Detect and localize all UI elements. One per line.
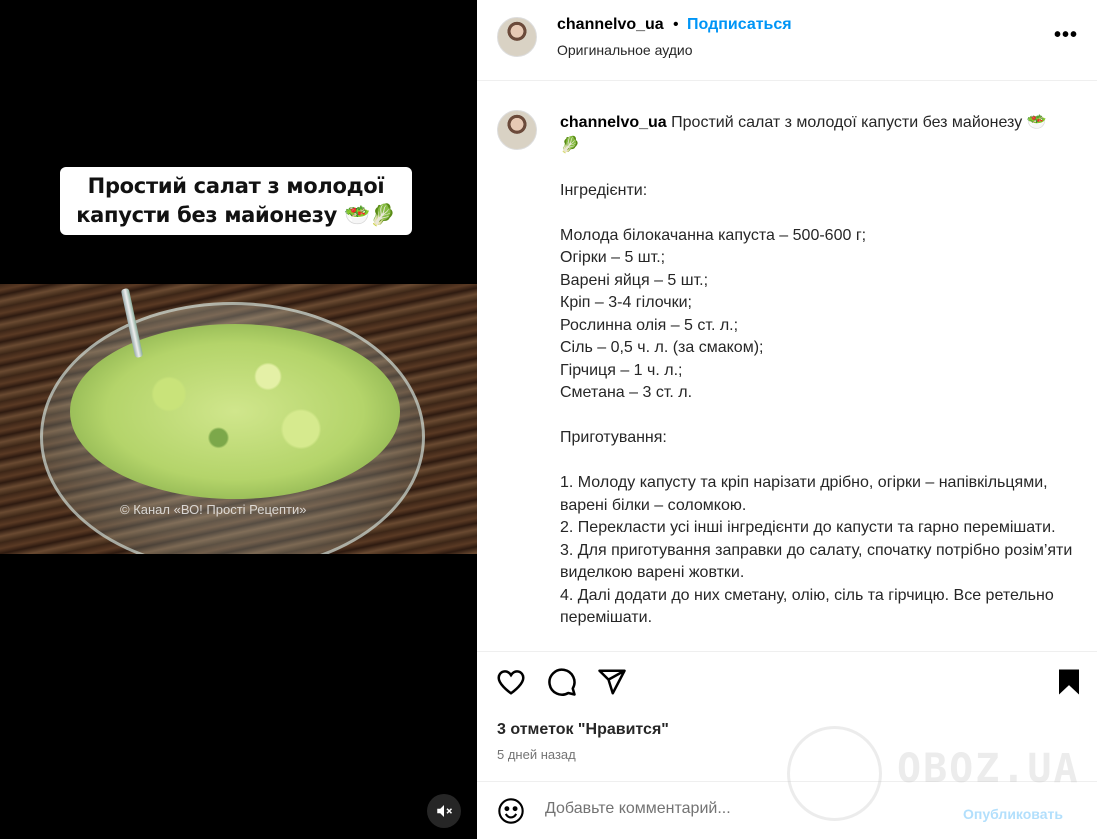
salad	[70, 324, 400, 499]
comment-input[interactable]	[545, 800, 945, 818]
salad-photo: © Канал «ВО! Прості Рецепти»	[0, 284, 477, 554]
post-timestamp[interactable]: 5 дней назад	[497, 747, 576, 762]
video-title-overlay: Простий салат з молодої капусти без майо…	[60, 167, 412, 235]
more-options-icon[interactable]: •••	[1054, 24, 1078, 47]
add-comment-bar: Опубликовать	[477, 781, 1097, 839]
post-panel: channelvo_ua • Подписаться Оригинальное …	[477, 0, 1097, 839]
mute-button[interactable]	[427, 794, 461, 828]
caption-text: Простий салат з молодої капусти без майо…	[560, 114, 1073, 626]
likes-count[interactable]: 3 отметок "Нравится"	[497, 721, 669, 739]
video-title-line-2: капусти без майонезу 🥗🥬	[76, 203, 396, 227]
video-watermark: © Канал «ВО! Прості Рецепти»	[120, 502, 307, 517]
video-player[interactable]: Простий салат з молодої капусти без майо…	[0, 0, 477, 839]
heart-icon[interactable]	[496, 667, 526, 697]
original-audio-link[interactable]: Оригинальное аудио	[557, 42, 693, 58]
video-title-line-1: Простий салат з молодої	[87, 174, 385, 198]
caption-username[interactable]: channelvo_ua	[560, 114, 667, 131]
comments-scroll-area[interactable]: channelvo_ua Простий салат з молодої кап…	[477, 81, 1097, 651]
comment-icon[interactable]	[547, 667, 577, 697]
caption-avatar[interactable]	[497, 110, 537, 150]
separator-dot: •	[673, 16, 679, 33]
share-icon[interactable]	[597, 667, 627, 697]
post-actions: 3 отметок "Нравится" 5 дней назад	[477, 651, 1097, 781]
header-username[interactable]: channelvo_ua	[557, 16, 664, 34]
bookmark-icon[interactable]	[1054, 667, 1084, 697]
avatar[interactable]	[497, 17, 537, 57]
post-header: channelvo_ua • Подписаться Оригинальное …	[477, 0, 1097, 81]
publish-button[interactable]: Опубликовать	[963, 806, 1063, 822]
post-caption: channelvo_ua Простий салат з молодої кап…	[560, 112, 1080, 630]
emoji-icon[interactable]	[497, 797, 525, 825]
follow-button[interactable]: Подписаться	[687, 16, 792, 34]
speaker-muted-icon	[437, 805, 453, 817]
